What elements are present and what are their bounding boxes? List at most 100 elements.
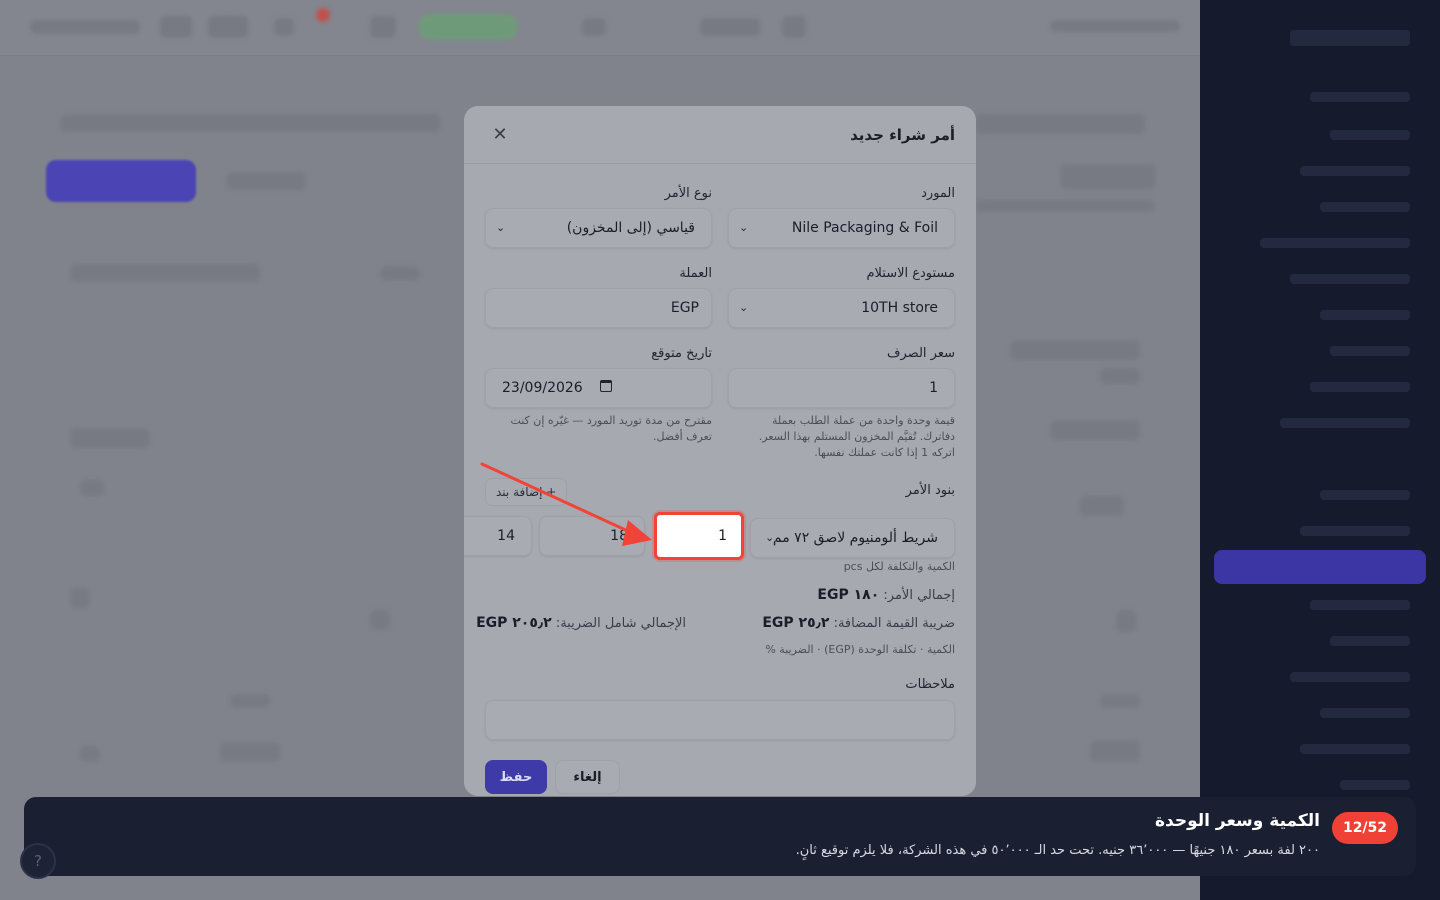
currency-input[interactable]: EGP	[485, 288, 712, 328]
bg-sidebar-line	[1310, 382, 1410, 392]
tour-banner: 12/52 الكمية وسعر الوحدة ٢٠٠ لفة بسعر ١٨…	[24, 797, 1416, 876]
tour-step-badge: 12/52	[1332, 812, 1398, 844]
vat-label: ضريبة القيمة المضافة:	[833, 616, 955, 631]
bg-sidebar-line	[1320, 202, 1410, 212]
bg-sidebar-line	[1280, 418, 1410, 428]
bg-blob	[230, 694, 270, 708]
bg-sidebar-line	[1320, 708, 1410, 718]
bg-sidebar-line	[1330, 636, 1410, 646]
bg-blob	[274, 18, 294, 36]
bg-sidebar-line	[1340, 780, 1410, 790]
expected-date-label: تاريخ متوقع	[651, 346, 712, 361]
bg-sidebar-active-item	[1214, 550, 1426, 584]
order-total-value: EGP ١٨٠	[817, 587, 880, 603]
exchange-rate-input[interactable]: 1	[728, 368, 955, 408]
bg-blob	[1100, 368, 1140, 384]
order-type-value: قياسي (إلى المخزون)	[566, 220, 695, 236]
bg-blob	[1100, 694, 1140, 708]
bg-blob	[208, 16, 248, 38]
bg-blob	[80, 746, 100, 762]
bg-blob	[220, 742, 280, 762]
line-item-value: شريط ألومنيوم لاصق ٧٢ مم	[772, 530, 938, 546]
chevron-down-icon: ⌄	[496, 221, 506, 234]
grand-total-value: EGP ٢٠٥٫٢	[476, 615, 552, 631]
bg-sidebar-line	[1300, 526, 1410, 536]
modal-title: أمر شراء جديد	[850, 125, 955, 144]
line-quantity-value: 1	[718, 528, 727, 544]
bg-sidebar-line	[1290, 30, 1410, 46]
calendar-icon[interactable]	[600, 380, 612, 392]
bg-blob	[1080, 496, 1124, 516]
add-line-button[interactable]: + إضافة بند	[485, 478, 568, 506]
bg-blob	[70, 588, 90, 608]
bg-primary-button	[46, 160, 196, 202]
line-unit-cost-value: 18	[610, 528, 628, 544]
supplier-value: Nile Packaging & Foil	[791, 220, 938, 236]
close-icon[interactable]: ✕	[488, 123, 512, 147]
bg-sidebar-line	[1290, 274, 1410, 284]
warehouse-select[interactable]: 10TH store ⌄	[728, 288, 955, 328]
cancel-button[interactable]: إلغاء	[555, 760, 620, 794]
line-tax-value: 14	[497, 528, 515, 544]
order-type-select[interactable]: قياسي (إلى المخزون) ⌄	[485, 208, 712, 248]
bg-blob	[70, 428, 150, 448]
supplier-select[interactable]: Nile Packaging & Foil ⌄	[728, 208, 955, 248]
currency-label: العملة	[679, 266, 712, 281]
bg-blob	[700, 18, 760, 36]
supplier-label: المورد	[921, 186, 955, 201]
bg-sidebar-line	[1310, 600, 1410, 610]
vat-total: ضريبة القيمة المضافة: EGP ٢٥٫٢	[762, 615, 955, 631]
vat-value: EGP ٢٥٫٢	[762, 615, 830, 631]
line-tax-input[interactable]: 14	[464, 516, 532, 556]
bg-blob	[782, 16, 806, 38]
exchange-rate-value: 1	[929, 380, 938, 396]
purchase-order-modal: أمر شراء جديد ✕ المورد Nile Packaging & …	[464, 106, 976, 796]
bg-sidebar-line	[1290, 672, 1410, 682]
warehouse-label: مستودع الاستلام	[866, 266, 955, 281]
line-unit-hint: الكمية والتكلفة لكل pcs	[843, 560, 955, 573]
bg-sidebar-line	[1320, 490, 1410, 500]
grand-total-label: الإجمالي شامل الضريبة:	[555, 616, 686, 631]
notes-input[interactable]	[485, 700, 955, 740]
modal-header: أمر شراء جديد ✕	[464, 106, 976, 164]
bg-blob	[975, 114, 1145, 134]
bg-notification-dot	[316, 8, 330, 22]
grand-total: الإجمالي شامل الضريبة: EGP ٢٠٥٫٢	[476, 615, 686, 631]
bg-sidebar-line	[1300, 744, 1410, 754]
expected-date-hint: مقترح من مدة توريد المورد — غيّره إن كنت…	[510, 414, 712, 443]
line-item-select[interactable]: شريط ألومنيوم لاصق ٧٢ مم ⌄	[750, 518, 955, 558]
currency-value: EGP	[670, 300, 699, 316]
bg-blob	[582, 18, 606, 36]
notes-label: ملاحظات	[905, 677, 955, 692]
line-unit-cost-input[interactable]: 18	[539, 516, 645, 556]
bg-sidebar-line	[1330, 130, 1410, 140]
order-total: إجمالي الأمر: EGP ١٨٠	[817, 587, 955, 603]
bg-blob	[370, 16, 396, 38]
bg-sidebar-line	[1310, 92, 1410, 102]
tour-title: الكمية وسعر الوحدة	[1154, 811, 1320, 831]
bg-blob	[80, 480, 104, 496]
help-icon[interactable]: ?	[20, 843, 56, 879]
add-line-label: + إضافة بند	[496, 485, 557, 499]
line-quantity-input[interactable]: 1	[654, 512, 744, 560]
bg-blob	[975, 200, 1155, 212]
bg-blob	[380, 266, 420, 280]
bg-blob	[70, 264, 260, 282]
bg-blob	[30, 20, 140, 34]
order-type-label: نوع الأمر	[664, 186, 712, 201]
bg-blob	[1116, 610, 1136, 632]
background-sidebar	[1200, 0, 1440, 900]
expected-date-input[interactable]: 23/09/2026	[485, 368, 712, 408]
warehouse-value: 10TH store	[861, 300, 938, 316]
background-topbar	[0, 0, 1200, 56]
bg-sidebar-line	[1330, 346, 1410, 356]
save-button[interactable]: حفظ	[485, 760, 547, 794]
bg-blob	[370, 610, 390, 630]
chevron-down-icon: ⌄	[765, 531, 775, 544]
bg-status-pill	[418, 14, 518, 40]
bg-blob	[160, 16, 192, 38]
tour-text: ٢٠٠ لفة بسعر ١٨٠ جنيهًا — ٣٦٬٠٠٠ جنيه. ت…	[795, 843, 1320, 858]
bg-blob	[1050, 20, 1180, 32]
exchange-rate-label: سعر الصرف	[887, 346, 955, 361]
chevron-down-icon: ⌄	[739, 301, 749, 314]
